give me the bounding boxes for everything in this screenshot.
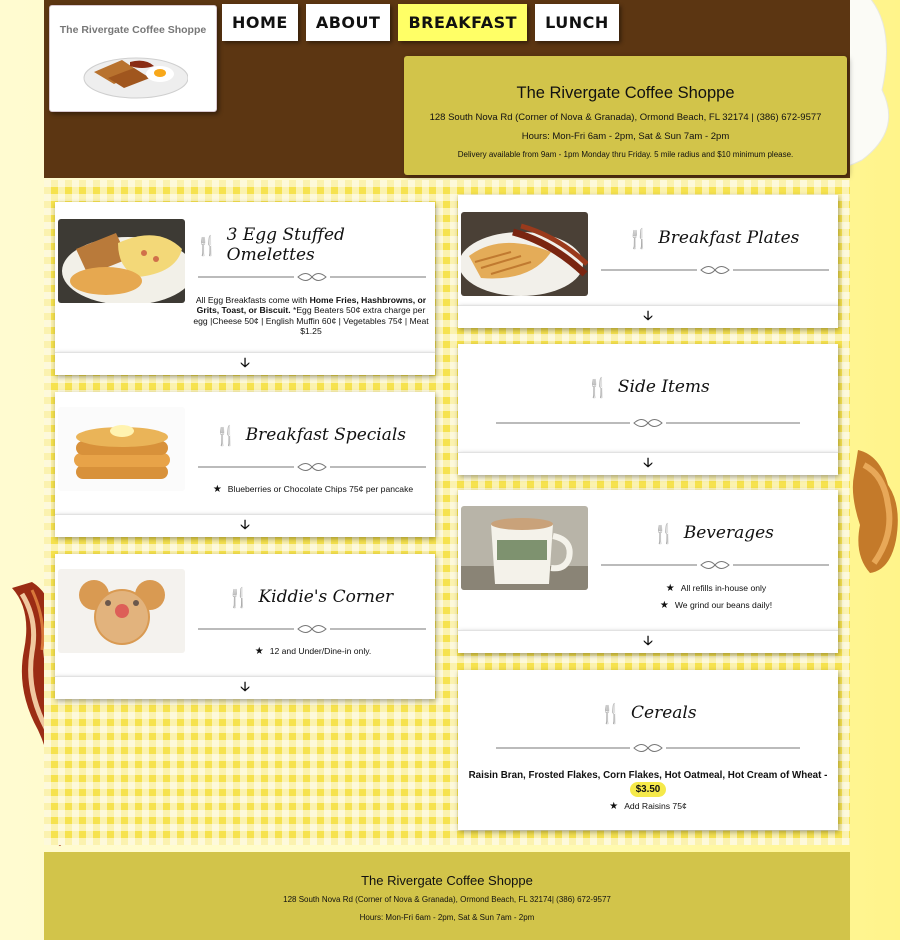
ornament-divider <box>496 741 800 755</box>
expand-specials-button[interactable]: 🡣 <box>55 514 435 537</box>
expand-beverages-button[interactable]: 🡣 <box>458 630 838 653</box>
menu-card-omelettes: 🍴 3 Egg Stuffed Omelettes All Egg Breakf… <box>55 202 435 352</box>
expand-plates-button[interactable]: 🡣 <box>458 305 838 328</box>
fork-knife-icon: 🍴 <box>195 234 219 257</box>
menu-title-text: Breakfast Specials <box>245 425 407 445</box>
menu-card-specials: 🍴 Breakfast Specials ★ Blueberries or Cho… <box>55 392 435 514</box>
menu-title-text: Kiddie's Corner <box>258 587 394 607</box>
star-icon: ★ <box>665 583 675 594</box>
expand-kiddie-button[interactable]: 🡣 <box>55 676 435 699</box>
site-header: The Rivergate Coffee Shoppe HOME ABOUT B… <box>44 0 850 178</box>
menu-card-plates: 🍴 Breakfast Plates <box>458 195 838 305</box>
menu-title-text: Side Items <box>617 377 710 397</box>
restaurant-name: The Rivergate Coffee Shoppe <box>516 84 735 102</box>
star-icon: ★ <box>659 600 669 611</box>
restaurant-address: 128 South Nova Rd (Corner of Nova & Gran… <box>429 112 822 123</box>
menu-card-beverages: 🍴 Beverages ★ All refills in-house only ★… <box>458 490 838 630</box>
down-arrow-icon: 🡣 <box>240 680 250 695</box>
desc-text: Raisin Bran, Frosted Flakes, Corn Flakes… <box>468 770 828 781</box>
menu-title: 🍴 Beverages <box>598 520 828 546</box>
price-badge: $3.50 <box>629 782 667 798</box>
fork-knife-icon: 🍴 <box>213 424 238 447</box>
bullet-text: Add Raisins 75¢ <box>624 801 687 811</box>
nav-about[interactable]: ABOUT <box>305 4 391 41</box>
menu-area: 🍴 3 Egg Stuffed Omelettes All Egg Breakf… <box>44 180 850 845</box>
desc-part: All Egg Breakfasts come with <box>195 295 310 305</box>
bullet-text: We grind our beans daily! <box>674 600 773 610</box>
fork-knife-icon: 🍴 <box>599 702 624 725</box>
fork-knife-icon: 🍴 <box>586 376 610 399</box>
star-icon: ★ <box>212 484 222 495</box>
ornament-divider <box>496 416 800 430</box>
menu-bullet: ★ Add Raisins 75¢ <box>458 801 838 812</box>
menu-bullet: ★ Blueberries or Chocolate Chips 75¢ per … <box>195 484 431 495</box>
menu-title-text: 3 Egg Stuffed Omelettes <box>226 225 345 265</box>
menu-title: 🍴 Breakfast Specials <box>195 422 425 448</box>
footer-address: 128 South Nova Rd (Corner of Nova & Gran… <box>283 895 611 904</box>
ornament-divider <box>198 622 426 636</box>
menu-title: 🍴 Side Items <box>458 374 838 400</box>
nav-breakfast[interactable]: BREAKFAST <box>398 4 528 41</box>
breakfast-plates-photo <box>461 212 588 296</box>
menu-title: 🍴 Cereals <box>458 700 838 726</box>
star-icon: ★ <box>254 646 264 657</box>
menu-title-text: Beverages <box>683 523 774 543</box>
nav-home[interactable]: HOME <box>222 4 298 41</box>
delivery-info: Delivery available from 9am - 1pm Monday… <box>457 150 794 159</box>
nav-lunch[interactable]: LUNCH <box>535 4 619 41</box>
menu-card-kiddie: 🍴 Kiddie's Corner ★ 12 and Under/Dine-in … <box>55 554 435 676</box>
omelette-photo <box>58 219 185 303</box>
fork-knife-icon: 🍴 <box>226 586 251 609</box>
restaurant-info: The Rivergate Coffee Shoppe 128 South No… <box>404 56 847 175</box>
menu-title-text: Breakfast Plates <box>658 228 800 248</box>
down-arrow-icon: 🡣 <box>643 456 653 471</box>
menu-description: All Egg Breakfasts come with Home Fries,… <box>193 295 429 336</box>
bullet-text: Blueberries or Chocolate Chips 75¢ per p… <box>227 484 414 494</box>
menu-bullet: ★ 12 and Under/Dine-in only. <box>195 646 431 657</box>
main-nav: HOME ABOUT BREAKFAST LUNCH <box>222 4 619 41</box>
bullet-text: 12 and Under/Dine-in only. <box>269 646 372 656</box>
ornament-divider <box>601 263 829 277</box>
menu-title: 🍴 Kiddie's Corner <box>195 584 425 610</box>
menu-title: 🍴 Breakfast Plates <box>598 225 828 251</box>
menu-description: Raisin Bran, Frosted Flakes, Corn Flakes… <box>462 769 834 798</box>
footer-hours: Hours: Mon-Fri 6am - 2pm, Sat & Sun 7am … <box>359 913 535 922</box>
down-arrow-icon: 🡣 <box>643 309 653 324</box>
menu-bullet: ★ We grind our beans daily! <box>598 600 834 611</box>
coffee-mug-photo <box>461 506 588 590</box>
fork-knife-icon: 🍴 <box>626 227 651 250</box>
menu-card-cereals: 🍴 Cereals Raisin Bran, Frosted Flakes, C… <box>458 670 838 830</box>
restaurant-hours: Hours: Mon-Fri 6am - 2pm, Sat & Sun 7am … <box>521 131 730 142</box>
footer-name: The Rivergate Coffee Shoppe <box>361 873 533 888</box>
expand-omelettes-button[interactable]: 🡣 <box>55 352 435 375</box>
site-footer: The Rivergate Coffee Shoppe 128 South No… <box>44 852 850 940</box>
ornament-divider <box>198 460 426 474</box>
menu-card-sides: 🍴 Side Items <box>458 344 838 452</box>
bullet-text: All refills in-house only <box>680 583 767 593</box>
toast-decoration <box>852 450 898 573</box>
expand-sides-button[interactable]: 🡣 <box>458 452 838 475</box>
down-arrow-icon: 🡣 <box>643 634 653 649</box>
menu-bullet: ★ All refills in-house only <box>598 583 834 594</box>
ornament-divider <box>601 558 829 572</box>
logo-text: The Rivergate Coffee Shoppe <box>59 24 207 36</box>
breakfast-plate-image <box>83 57 188 99</box>
fork-knife-icon: 🍴 <box>652 522 676 545</box>
kiddie-photo <box>58 569 185 653</box>
star-icon: ★ <box>609 801 619 812</box>
menu-title: 🍴 3 Egg Stuffed Omelettes <box>195 225 425 265</box>
pancakes-photo <box>58 407 185 491</box>
down-arrow-icon: 🡣 <box>240 518 250 533</box>
ornament-divider <box>198 270 426 284</box>
logo[interactable]: The Rivergate Coffee Shoppe <box>49 5 217 112</box>
menu-title-text: Cereals <box>631 703 697 723</box>
down-arrow-icon: 🡣 <box>240 356 250 371</box>
